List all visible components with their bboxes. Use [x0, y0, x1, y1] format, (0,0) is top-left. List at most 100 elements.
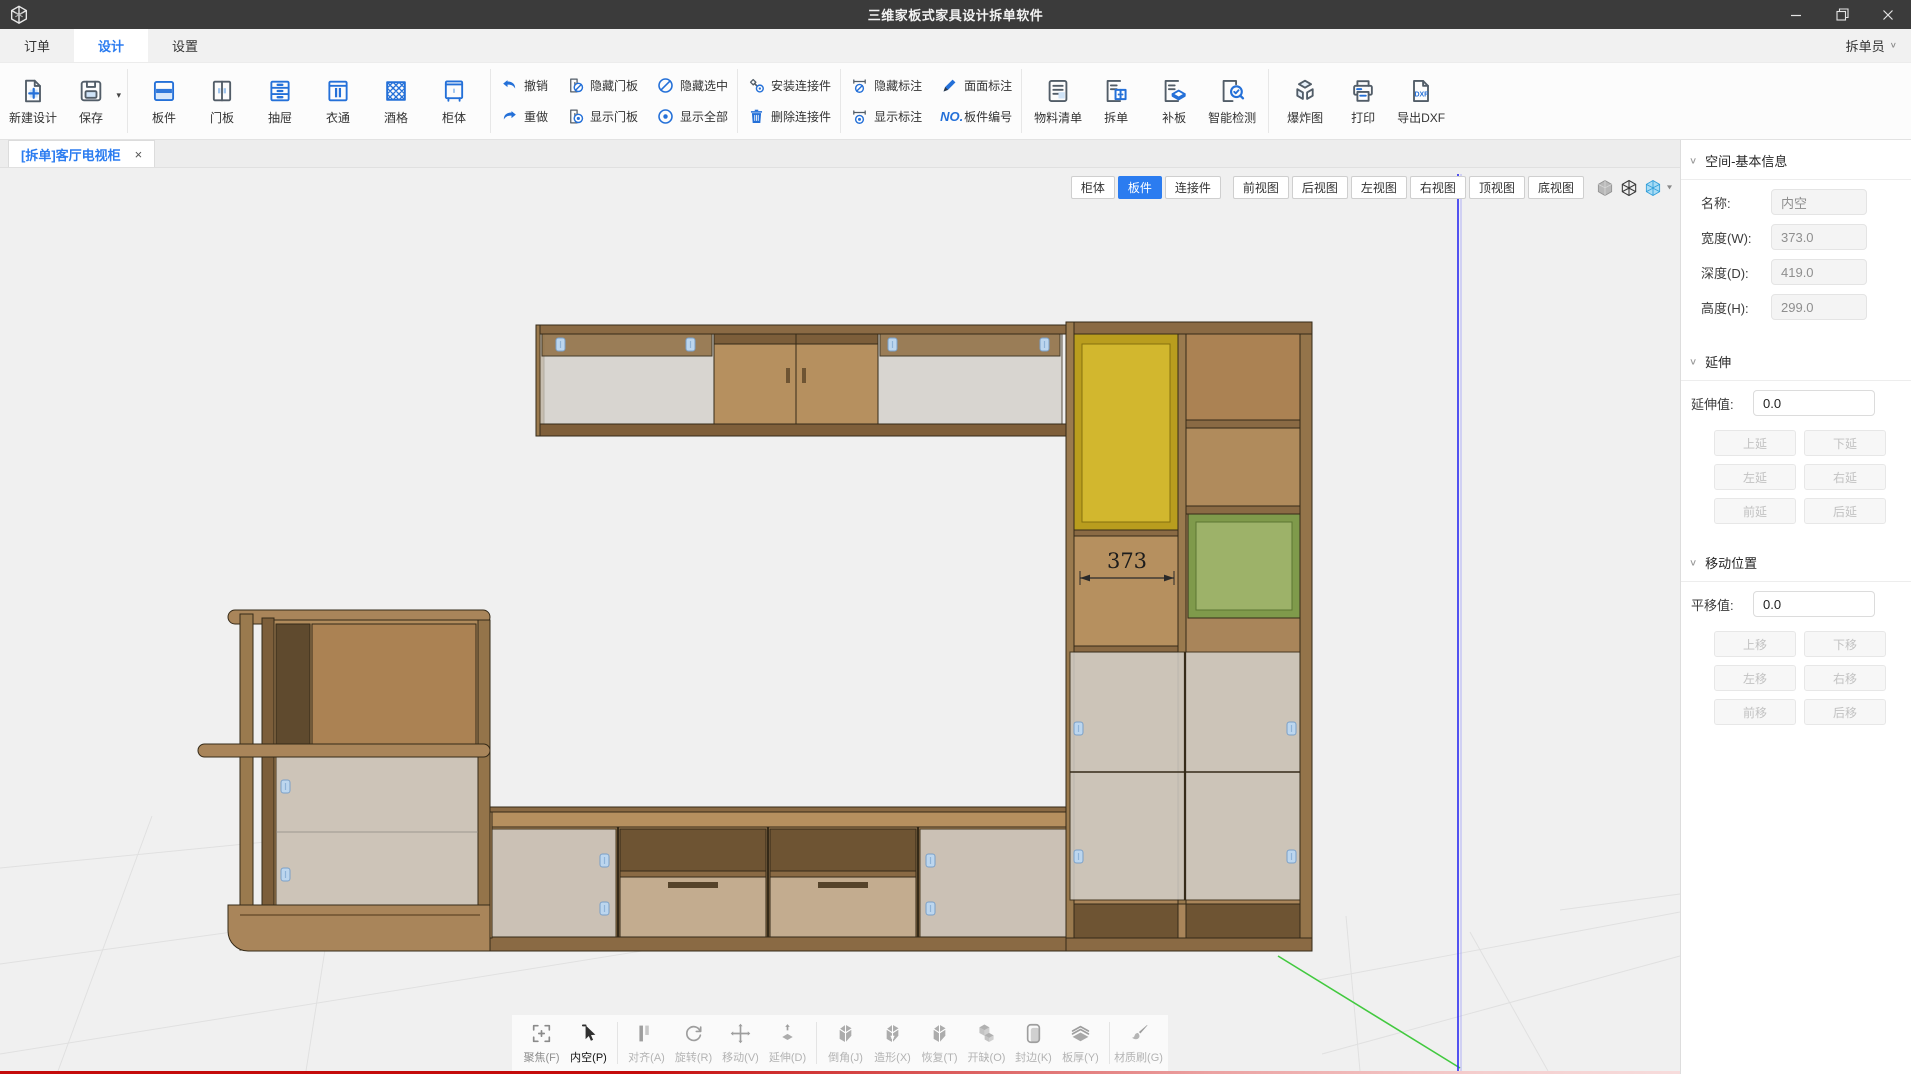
collapse-chevron-icon: ∨: [1689, 557, 1697, 567]
smart-check-button[interactable]: 智能检测: [1205, 68, 1259, 134]
patch-board-button[interactable]: 补板: [1147, 68, 1201, 134]
explode-view-button[interactable]: 爆炸图: [1278, 68, 1332, 134]
height-field: [1771, 294, 1867, 320]
panel-number-button[interactable]: NO. 板件编号: [940, 104, 1012, 130]
section-move-header[interactable]: ∨ 移动位置: [1681, 542, 1911, 582]
extend-value-input[interactable]: [1753, 390, 1875, 416]
view-front-button[interactable]: 前视图: [1233, 176, 1289, 199]
install-connector-icon: [747, 76, 766, 95]
open-shelf-cell[interactable]: [1186, 334, 1300, 420]
section-extend-header[interactable]: ∨ 延伸: [1681, 341, 1911, 381]
user-role-menu[interactable]: 拆单员 ∨: [1846, 29, 1897, 62]
3d-viewport[interactable]: 373 柜体 板件 连接件 前视图 后视图 左视图 右视图: [0, 168, 1680, 1074]
install-connector-button[interactable]: 安装连接件: [747, 73, 831, 99]
toolbar-separator: [737, 69, 738, 133]
bench-glass-door-right[interactable]: [920, 829, 1066, 937]
view-top-button[interactable]: 顶视图: [1469, 176, 1525, 199]
render-transparent-cube-icon[interactable]: [1643, 178, 1663, 198]
move-back-button: 后移: [1804, 699, 1886, 725]
drawer-tool-button[interactable]: 抽屉: [253, 68, 307, 134]
wine-rack-tool-button[interactable]: 酒格: [369, 68, 423, 134]
redo-button[interactable]: 重做: [500, 104, 548, 130]
panel-number-icon: NO.: [940, 107, 959, 126]
render-mode-caret-icon[interactable]: ▾: [1667, 183, 1672, 192]
upper-wall-cabinets[interactable]: [536, 325, 1066, 436]
bom-button[interactable]: 物料清单: [1031, 68, 1085, 134]
move-value-input[interactable]: [1753, 591, 1875, 617]
svg-text:DXF: DXF: [1415, 91, 1430, 98]
render-wireframe-cube-icon[interactable]: [1619, 178, 1639, 198]
rail-tool-button[interactable]: 衣通: [311, 68, 365, 134]
toolbar-separator: [127, 69, 128, 133]
depth-field: [1771, 259, 1867, 285]
notch-icon: [974, 1021, 999, 1046]
view-connector-button[interactable]: 连接件: [1165, 176, 1221, 199]
export-dxf-label: 导出DXF: [1397, 109, 1445, 126]
view-bottom-button[interactable]: 底视图: [1528, 176, 1584, 199]
hide-dimensions-button[interactable]: 隐藏标注: [850, 73, 922, 99]
cabinet-tool-button[interactable]: 柜体: [427, 68, 481, 134]
split-order-icon: [1102, 77, 1130, 105]
tv-bench[interactable]: [460, 807, 1068, 951]
document-close-icon[interactable]: ×: [135, 147, 143, 162]
tv-wall-unit[interactable]: 373: [198, 322, 1312, 951]
wine-rack-label: 酒格: [384, 109, 408, 126]
panel-tool-button[interactable]: 板件: [137, 68, 191, 134]
bench-niche[interactable]: [770, 829, 916, 873]
door-tool-button[interactable]: 门板: [195, 68, 249, 134]
undo-button[interactable]: 撤销: [500, 73, 548, 99]
new-design-icon: [19, 77, 47, 105]
show-all-button[interactable]: 显示全部: [656, 104, 728, 130]
section-basic-info-title: 空间-基本信息: [1705, 151, 1787, 170]
split-order-button[interactable]: 拆单: [1089, 68, 1143, 134]
save-label: 保存: [79, 109, 103, 126]
hide-doors-button[interactable]: 隐藏门板: [566, 73, 638, 99]
bench-niche[interactable]: [620, 829, 766, 873]
tab-order[interactable]: 订单: [0, 29, 74, 62]
green-axis-line: [1278, 956, 1460, 1068]
view-cabinet-button[interactable]: 柜体: [1071, 176, 1115, 199]
highlighted-space-yellow[interactable]: [1074, 334, 1178, 530]
left-cabinet-dark-niche[interactable]: [276, 624, 310, 744]
view-left-button[interactable]: 左视图: [1351, 176, 1407, 199]
save-button[interactable]: 保存 ▾: [64, 68, 118, 134]
width-field-label: 宽度(W):: [1701, 228, 1771, 247]
document-tab[interactable]: [拆单]客厅电视柜 ×: [8, 140, 155, 167]
left-cabinet-glass-door[interactable]: [276, 757, 478, 905]
move-value-label: 平移值:: [1691, 595, 1753, 614]
split-order-label: 拆单: [1104, 109, 1128, 126]
delete-connector-label: 删除连接件: [771, 108, 831, 125]
hide-selected-button[interactable]: 隐藏选中: [656, 73, 728, 99]
print-button[interactable]: 打印: [1336, 68, 1390, 134]
extend-value-label: 延伸值:: [1691, 394, 1753, 413]
delete-connector-button[interactable]: 删除连接件: [747, 104, 831, 130]
new-design-button[interactable]: 新建设计: [6, 68, 60, 134]
face-dimension-button[interactable]: 面面标注: [940, 73, 1012, 99]
right-tall-cabinet[interactable]: [1066, 322, 1312, 951]
show-doors-button[interactable]: 显示门板: [566, 104, 638, 130]
open-shelf-cell[interactable]: [1186, 428, 1300, 506]
view-panel-button[interactable]: 板件: [1118, 176, 1162, 199]
show-doors-icon: [566, 107, 585, 126]
left-side-cabinet[interactable]: [198, 610, 492, 951]
collapse-chevron-icon: ∨: [1689, 356, 1697, 366]
tab-settings[interactable]: 设置: [148, 29, 222, 62]
save-dropdown-caret-icon[interactable]: ▾: [116, 90, 121, 101]
render-solid-cube-icon[interactable]: [1595, 178, 1615, 198]
cabinet-icon: [440, 77, 468, 105]
show-dimensions-button[interactable]: 显示标注: [850, 104, 922, 130]
view-back-button[interactable]: 后视图: [1292, 176, 1348, 199]
tool-inner-space[interactable]: 内空(P): [565, 1017, 612, 1069]
view-right-button[interactable]: 右视图: [1410, 176, 1466, 199]
tool-edgeband-label: 封边(K): [1015, 1049, 1052, 1065]
show-all-label: 显示全部: [680, 108, 728, 125]
tab-design[interactable]: 设计: [74, 29, 148, 62]
tool-focus[interactable]: 聚焦(F): [518, 1017, 565, 1069]
left-cabinet-open-shelf[interactable]: [312, 624, 476, 744]
export-dxf-button[interactable]: DXF 导出DXF: [1394, 68, 1448, 134]
furniture-scene[interactable]: 373: [0, 168, 1680, 1071]
section-basic-info-header[interactable]: ∨ 空间-基本信息: [1681, 140, 1911, 180]
tool-material-brush-label: 材质刷(G): [1114, 1049, 1163, 1065]
highlighted-space-green[interactable]: [1188, 514, 1300, 618]
cursor-icon: [576, 1021, 601, 1046]
